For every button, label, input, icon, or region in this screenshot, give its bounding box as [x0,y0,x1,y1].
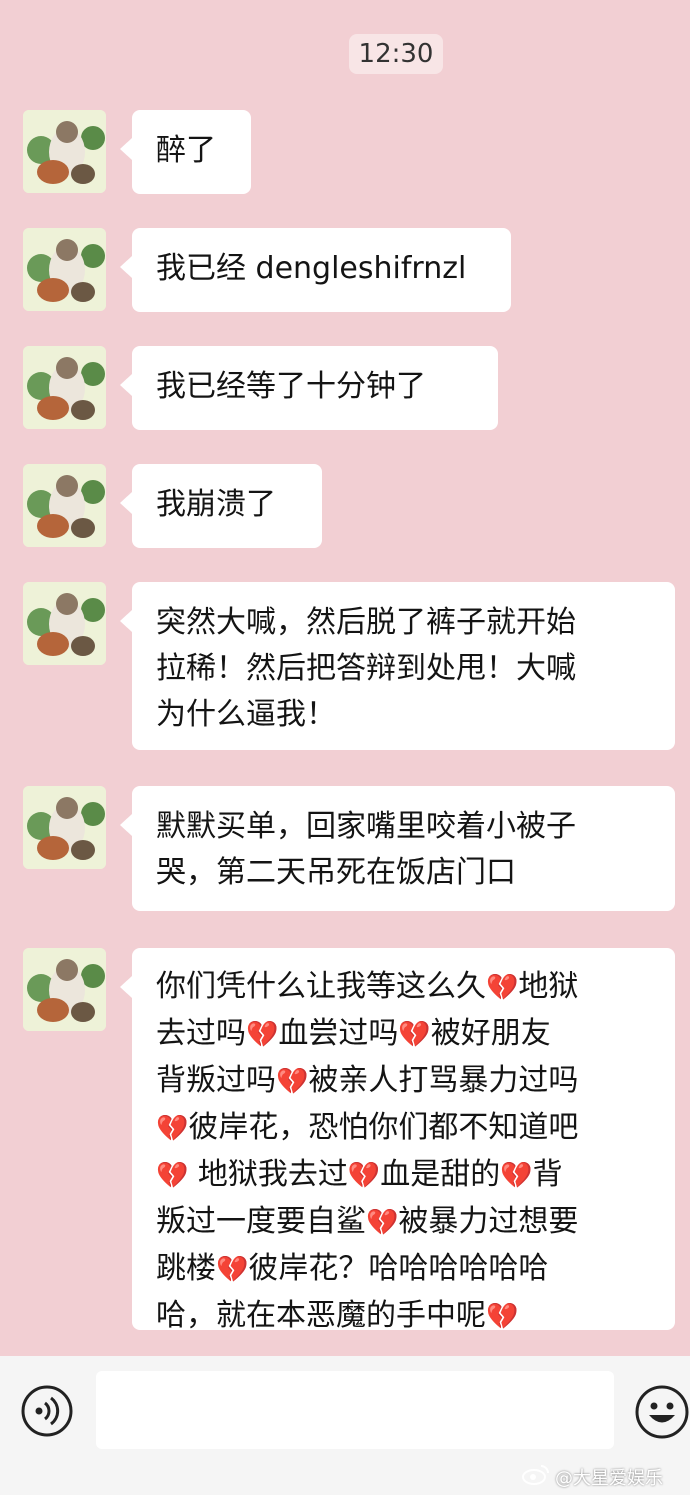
message-line: 叛过一度要自鲨💔被暴力过想要 [156,1199,651,1246]
message-text: 我崩溃了 [156,487,276,522]
message-line: 拉稀！然后把答辩到处甩！大喊 [156,651,576,686]
emoji-icon[interactable] [634,1384,690,1440]
message-line: 背叛过吗💔被亲人打骂暴力过吗 [156,1058,651,1105]
message-bubble[interactable]: 我已经等了十分钟了 [120,346,498,430]
avatar-icon[interactable] [23,582,106,665]
message-row: 我已经等了十分钟了 [0,346,690,430]
message-line: 哭，第二天吊死在饭店门口 [156,855,516,890]
time-stamp: 12:30 [349,34,443,74]
message-line: 💔 地狱我去过💔血是甜的💔背 [156,1152,651,1199]
avatar-icon[interactable] [23,110,106,193]
message-text: 我已经 dengleshifrnzl [156,251,467,286]
message-bubble[interactable]: 默默买单，回家嘴里咬着小被子 哭，第二天吊死在饭店门口 [120,786,675,911]
message-line: 默默买单，回家嘴里咬着小被子 [156,809,576,844]
avatar-icon[interactable] [23,786,106,869]
message-text: 我已经等了十分钟了 [156,369,426,404]
broken-heart-icon: 💔 [156,1161,189,1191]
message-segment: 彼岸花，恐怕你们都不知道吧 [188,1110,579,1145]
broken-heart-icon: 💔 [347,1161,381,1191]
message-line: 跳楼💔彼岸花？哈哈哈哈哈哈 [156,1246,651,1293]
avatar-icon[interactable] [23,228,106,311]
message-bubble[interactable]: 醉了 [120,110,251,194]
message-segment: 你们凭什么让我等这么久 [156,969,486,1004]
broken-heart-icon: 💔 [276,1067,309,1097]
message-segment: 血是甜的 [380,1157,501,1192]
message-row: 我已经 dengleshifrnzl [0,228,690,312]
broken-heart-icon: 💔 [486,973,519,1003]
broken-heart-icon: 💔 [398,1020,431,1050]
message-line: 💔彼岸花，恐怕你们都不知道吧 [156,1105,651,1152]
message-row: 醉了 [0,110,690,194]
message-line: 去过吗💔血尝过吗💔被好朋友 [156,1011,651,1058]
message-segment: 背叛过吗 [156,1063,276,1098]
message-segment: 被好朋友 [430,1016,551,1051]
message-bubble[interactable]: 我已经 dengleshifrnzl [120,228,511,312]
broken-heart-icon: 💔 [156,1114,189,1144]
message-segment: 被亲人打骂暴力过吗 [308,1063,579,1098]
message-segment: 哈，就在本恶魔的手中呢 [156,1298,486,1333]
message-text: 醉了 [156,133,216,168]
message-bubble[interactable]: 突然大喊，然后脱了裤子就开始 拉稀！然后把答辩到处甩！大喊 为什么逼我！ [120,582,675,750]
message-segment: 地狱我去过 [188,1157,348,1192]
message-segment: 彼岸花？哈哈哈哈哈哈 [248,1251,549,1286]
watermark: @大星爱娱乐 [555,1468,663,1489]
message-line: 你们凭什么让我等这么久💔地狱 [156,964,651,1011]
message-row: 突然大喊，然后脱了裤子就开始 拉稀！然后把答辩到处甩！大喊 为什么逼我！ [0,582,690,750]
broken-heart-icon: 💔 [486,1302,519,1332]
avatar-icon[interactable] [23,948,106,1031]
message-segment: 叛过一度要自鲨 [156,1204,366,1239]
message-bubble[interactable]: 我崩溃了 [120,464,322,548]
message-row: 我崩溃了 [0,464,690,548]
voice-icon[interactable] [20,1384,74,1438]
message-line: 为什么逼我！ [156,697,336,732]
message-input[interactable] [96,1371,614,1449]
message-segment: 背 [532,1157,563,1192]
message-line: 哈，就在本恶魔的手中呢💔 [156,1293,651,1340]
message-row: 默默买单，回家嘴里咬着小被子 哭，第二天吊死在饭店门口 [0,786,690,911]
message-segment: 血尝过吗 [278,1016,399,1051]
avatar-icon[interactable] [23,346,106,429]
broken-heart-icon: 💔 [366,1208,399,1238]
message-segment: 去过吗 [156,1016,246,1051]
broken-heart-icon: 💔 [216,1255,249,1285]
message-segment: 跳楼 [156,1251,216,1286]
message-segment: 地狱 [518,969,579,1004]
message-segment: 被暴力过想要 [398,1204,579,1239]
avatar-icon[interactable] [23,464,106,547]
message-bubble[interactable]: 你们凭什么让我等这么久💔地狱 去过吗💔血尝过吗💔被好朋友 背叛过吗💔被亲人打骂暴力过… [120,948,675,1333]
broken-heart-icon: 💔 [500,1161,533,1191]
message-row: 你们凭什么让我等这么久💔地狱 去过吗💔血尝过吗💔被好朋友 背叛过吗💔被亲人打骂暴力过… [0,948,690,1333]
weibo-icon [522,1465,549,1485]
broken-heart-icon: 💔 [246,1020,279,1050]
message-line: 突然大喊，然后脱了裤子就开始 [156,605,576,640]
